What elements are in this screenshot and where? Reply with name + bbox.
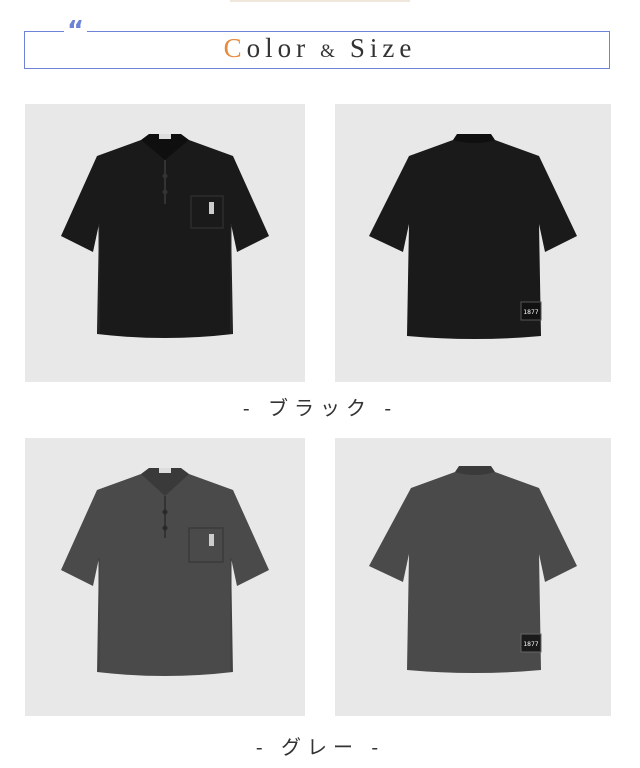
back-label-text: 1877 xyxy=(523,309,538,316)
gray-shirt-front-image xyxy=(25,438,305,716)
back-label-text: 1877 xyxy=(523,641,538,648)
black-shirt-front-image xyxy=(25,104,305,382)
title-word-size: Size xyxy=(349,33,417,63)
caption-black: - ブラック - xyxy=(242,396,398,420)
title-ampersand: & xyxy=(320,41,340,62)
caption-gray: - グレー - xyxy=(255,735,385,759)
black-shirt-back-image: 1877 xyxy=(335,104,611,382)
title-first-letter: C xyxy=(223,33,247,63)
section-title: Color & Size xyxy=(0,33,640,64)
top-divider xyxy=(230,0,410,2)
title-word-color: olor xyxy=(246,33,311,63)
gray-shirt-back-image: 1877 xyxy=(335,438,611,716)
